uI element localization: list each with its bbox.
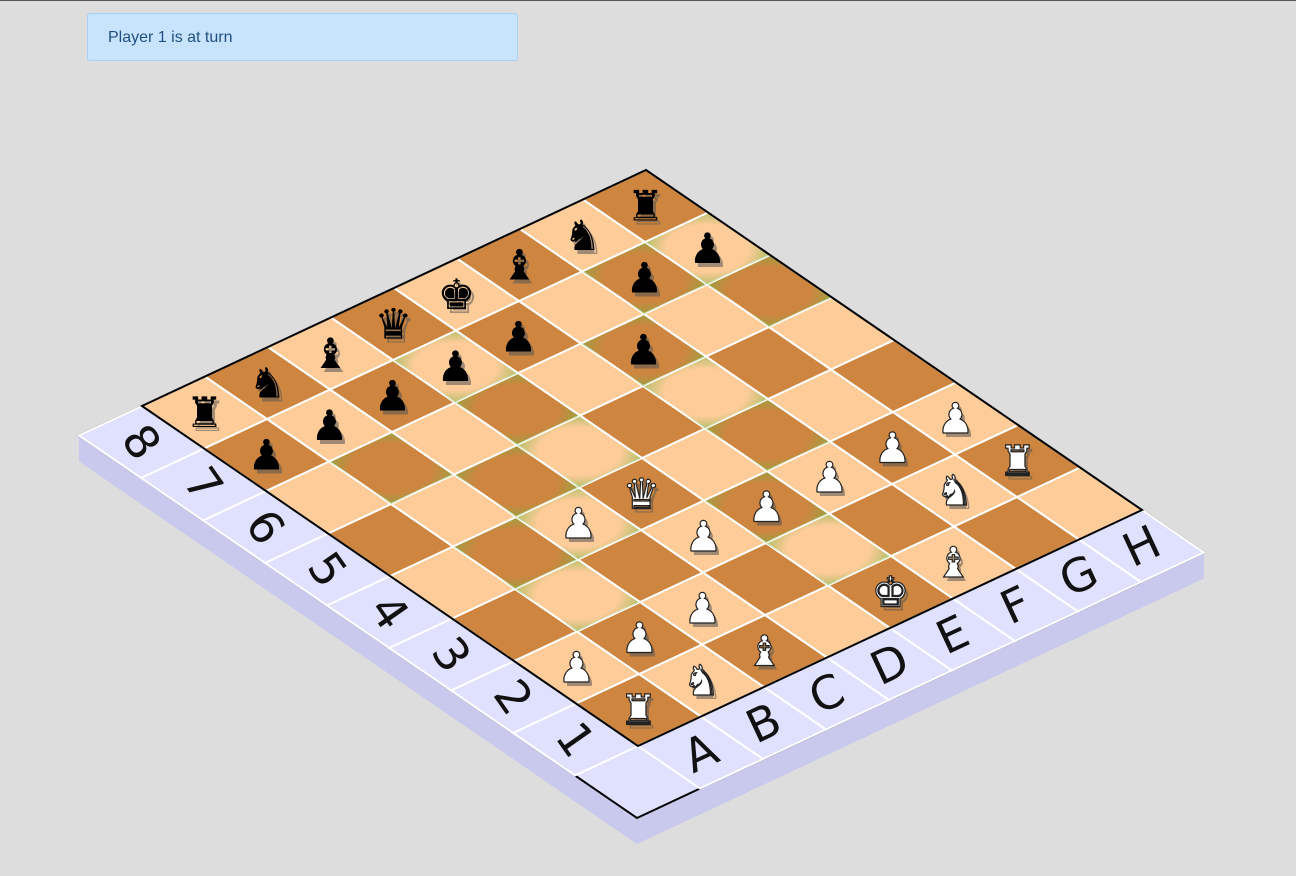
chess-board[interactable]: A B C D E F G H12345678 ♜♜♞♞♝♝♟♟♟♟♟♟ ♚♚♝♝♟♟♟♟♟♟♟…	[0, 1, 1296, 876]
